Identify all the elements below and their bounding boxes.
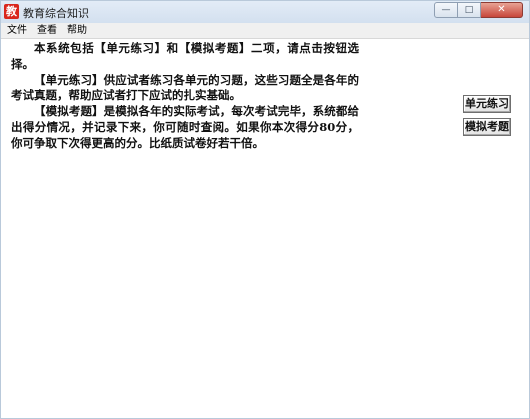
window-title: 教育综合知识	[23, 7, 89, 20]
menu-bar: 文件 查看 帮助	[1, 23, 529, 39]
content-area: 本系统包括【单元练习】和【模拟考题】二项，请点击按钮选择。 【单元练习】供应试者…	[1, 39, 529, 418]
close-button[interactable]: ✕	[481, 2, 523, 18]
caption-buttons: — □ ✕	[434, 2, 523, 19]
maximize-button[interactable]: □	[458, 2, 481, 18]
intro-paragraph-overview: 本系统包括【单元练习】和【模拟考题】二项，请点击按钮选择。	[11, 41, 359, 71]
unit-practice-button[interactable]: 单元练习	[463, 95, 511, 113]
menu-view[interactable]: 查看	[33, 24, 61, 38]
mock-exam-button[interactable]: 模拟考题	[463, 118, 511, 136]
title-bar[interactable]: 教 教育综合知识 — □ ✕	[1, 1, 529, 24]
app-icon: 教	[4, 4, 19, 19]
intro-text: 本系统包括【单元练习】和【模拟考题】二项，请点击按钮选择。 【单元练习】供应试者…	[11, 41, 359, 152]
intro-paragraph-unit-practice: 【单元练习】供应试者练习各单元的习题，这些习题全是各年的考试真题，帮助应试者打下…	[11, 72, 359, 103]
menu-file[interactable]: 文件	[3, 24, 31, 38]
minimize-button[interactable]: —	[434, 2, 458, 18]
intro-paragraph-mock-exam: 【模拟考题】是模拟各年的实际考试，每次考试完毕，系统都给出得分情况，并记录下来，…	[11, 104, 359, 150]
menu-help[interactable]: 帮助	[63, 24, 91, 38]
main-window: 教 教育综合知识 — □ ✕ 文件 查看 帮助 本系统包括【单元练习】和【模拟考…	[0, 0, 530, 419]
